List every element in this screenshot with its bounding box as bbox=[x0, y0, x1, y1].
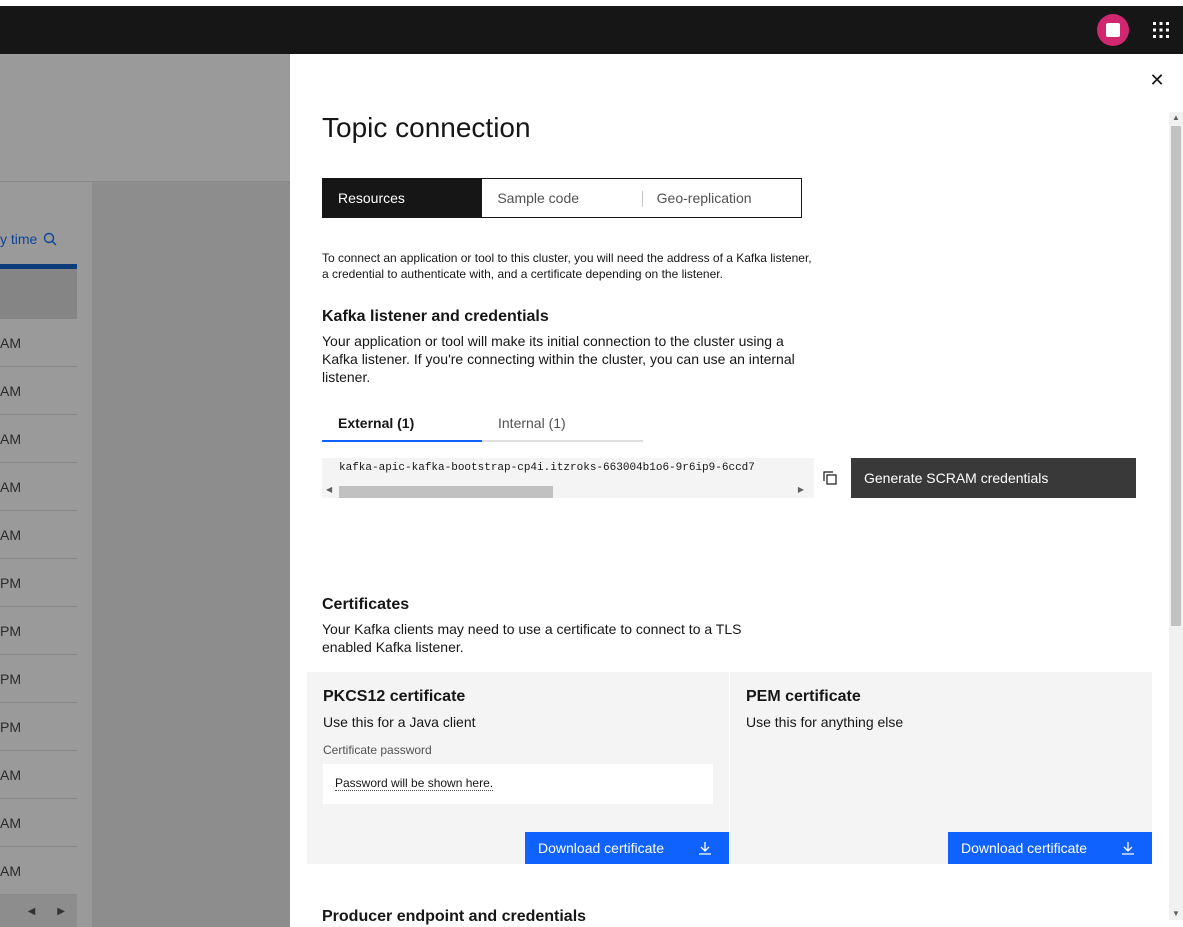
background-pager: ◀ ▶ bbox=[0, 895, 77, 927]
certificates-heading: Certificates bbox=[322, 596, 410, 613]
pem-description: Use this for anything else bbox=[746, 714, 904, 730]
pkcs12-description: Use this for a Java client bbox=[323, 714, 476, 730]
table-row: AM bbox=[0, 799, 77, 847]
background-search: y time bbox=[0, 229, 57, 249]
download-icon bbox=[1122, 842, 1134, 855]
background-header bbox=[0, 54, 290, 182]
background-search-label: y time bbox=[0, 231, 38, 247]
table-row: AM bbox=[0, 367, 77, 415]
certificates-description: Your Kafka clients may need to use a cer… bbox=[322, 621, 742, 655]
table-row: AM bbox=[0, 415, 77, 463]
listener-heading: Kafka listener and credentials bbox=[322, 308, 549, 325]
generate-scram-label: Generate SCRAM credentials bbox=[864, 470, 1049, 486]
page-title: Topic connection bbox=[322, 112, 531, 143]
scroll-down-icon[interactable]: ▼ bbox=[1169, 908, 1183, 920]
pem-tile: PEM certificate Use this for anything el… bbox=[730, 672, 1152, 864]
copy-icon[interactable] bbox=[822, 470, 838, 486]
password-field[interactable]: Password will be shown here. bbox=[323, 764, 713, 804]
user-avatar[interactable] bbox=[1097, 14, 1129, 46]
pem-title: PEM certificate bbox=[746, 688, 861, 705]
scroll-right-icon[interactable]: ▶ bbox=[798, 485, 804, 494]
password-label: Certificate password bbox=[323, 743, 432, 757]
tab-external[interactable]: External (1) bbox=[322, 408, 482, 442]
table-row: AM bbox=[0, 463, 77, 511]
table-row: AM bbox=[0, 751, 77, 799]
background-table: y time AM AM AM AM AM PM PM PM PM AM AM … bbox=[0, 214, 77, 927]
switcher-label: Resources bbox=[338, 190, 405, 206]
switcher-geo-replication[interactable]: Geo-replication bbox=[641, 179, 801, 217]
pager-next-icon: ▶ bbox=[57, 905, 65, 917]
snippet-scroll-thumb[interactable] bbox=[339, 486, 553, 498]
table-row: AM bbox=[0, 511, 77, 559]
background-table-header bbox=[0, 269, 77, 319]
table-row: PM bbox=[0, 655, 77, 703]
snippet-scrollbar[interactable]: ◀ ▶ bbox=[322, 483, 814, 498]
background-page: y time AM AM AM AM AM PM PM PM PM AM AM … bbox=[0, 54, 290, 927]
switcher-divider bbox=[641, 191, 643, 207]
background-content bbox=[92, 182, 290, 927]
avatar-square-icon bbox=[1106, 23, 1120, 37]
intro-text: To connect an application or tool to thi… bbox=[322, 251, 812, 281]
content-switcher: Resources Sample code Geo-replication bbox=[322, 178, 802, 218]
table-row: AM bbox=[0, 319, 77, 367]
panel-scrollbar[interactable]: ▲ ▼ bbox=[1169, 112, 1183, 920]
search-icon bbox=[44, 232, 57, 246]
listener-description: Your application or tool will make its i… bbox=[322, 333, 795, 385]
close-icon[interactable]: ✕ bbox=[1147, 70, 1167, 90]
producer-heading: Producer endpoint and credentials bbox=[322, 908, 587, 925]
scroll-left-icon[interactable]: ◀ bbox=[326, 485, 332, 494]
switcher-label: Sample code bbox=[497, 190, 580, 206]
app-switcher-icon[interactable] bbox=[1151, 20, 1171, 40]
pkcs12-download-button[interactable]: Download certificate bbox=[525, 832, 729, 864]
download-label: Download certificate bbox=[538, 840, 665, 856]
listener-address: kafka-apic-kafka-bootstrap-cp4i.itzroks-… bbox=[339, 462, 755, 474]
pager-prev-icon: ◀ bbox=[27, 905, 36, 917]
table-row: PM bbox=[0, 559, 77, 607]
password-placeholder: Password will be shown here. bbox=[335, 776, 494, 791]
pkcs12-title: PKCS12 certificate bbox=[323, 688, 466, 705]
scroll-thumb[interactable] bbox=[1171, 126, 1181, 626]
listener-address-snippet[interactable]: kafka-apic-kafka-bootstrap-cp4i.itzroks-… bbox=[322, 458, 814, 498]
top-bar bbox=[0, 6, 1183, 54]
topic-connection-panel: ✕ ▲ ▼ Topic connection Resources Sample … bbox=[290, 54, 1183, 927]
scroll-up-icon[interactable]: ▲ bbox=[1169, 112, 1183, 124]
listener-tabs: External (1) Internal (1) bbox=[322, 408, 643, 442]
download-icon bbox=[699, 842, 711, 855]
switcher-sample-code[interactable]: Sample code bbox=[482, 179, 641, 217]
pkcs12-tile: PKCS12 certificate Use this for a Java c… bbox=[307, 672, 729, 864]
table-row: PM bbox=[0, 607, 77, 655]
generate-scram-button[interactable]: Generate SCRAM credentials bbox=[851, 458, 1136, 498]
switcher-label: Geo-replication bbox=[656, 190, 752, 206]
tab-internal[interactable]: Internal (1) bbox=[482, 408, 642, 440]
switcher-resources[interactable]: Resources bbox=[323, 179, 483, 217]
table-row: AM bbox=[0, 847, 77, 895]
table-row: PM bbox=[0, 703, 77, 751]
download-label: Download certificate bbox=[961, 840, 1088, 856]
pem-download-button[interactable]: Download certificate bbox=[948, 832, 1152, 864]
